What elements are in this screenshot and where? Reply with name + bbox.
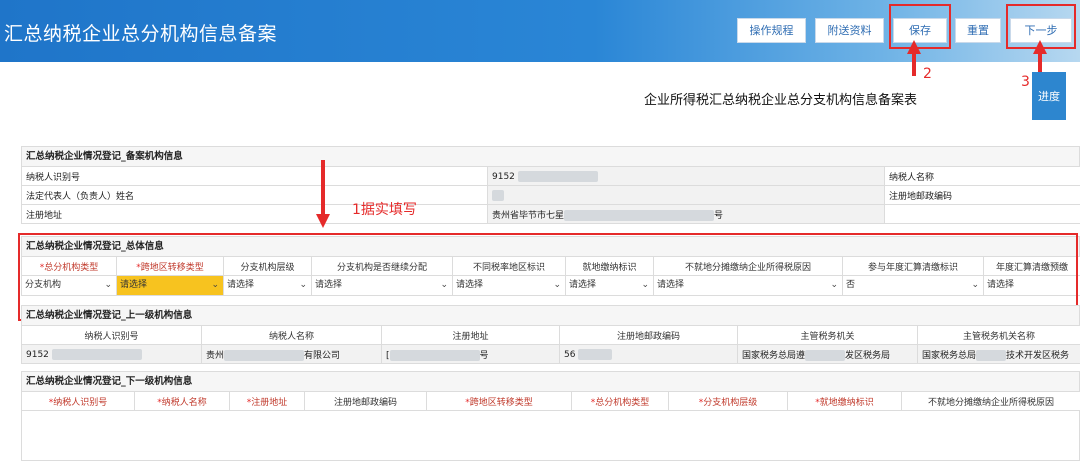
- address-text-a: 贵州省毕节市七星: [492, 211, 564, 221]
- lower-org-section: 汇总纳税企业情况登记_下一级机构信息 纳税人识别号 纳税人名称 注册地址 注册地…: [21, 371, 1080, 461]
- col-header: 纳税人识别号: [22, 392, 135, 411]
- upper-name-b: 有限公司: [304, 351, 340, 361]
- col-header: 总分机构类型: [572, 392, 669, 411]
- table-row: 9152 贵州有限公司 [号 56 国家税务总局遵发区税务局 国家税务总局技术开…: [22, 345, 1080, 364]
- arrow-to-save-icon: [912, 52, 916, 76]
- table-header-row: 纳税人识别号 纳税人名称 注册地址 注册地邮政编码 跨地区转移类型 总分机构类型…: [22, 392, 1080, 411]
- upper-name-a: 贵州: [206, 351, 224, 361]
- col-header: 就地缴纳标识: [788, 392, 902, 411]
- reset-button[interactable]: 重置: [955, 18, 1001, 43]
- taxpayer-id-value: 9152: [488, 167, 885, 186]
- postal-label: 注册地邮政编码: [885, 186, 1080, 205]
- upper-auth-name-b: 技术开发区税务: [1006, 351, 1069, 361]
- col-header: 纳税人名称: [202, 326, 382, 345]
- col-header: 不就地分摊缴纳企业所得税原因: [902, 392, 1080, 411]
- redacted-block: [390, 350, 480, 361]
- annotation-2: 2: [923, 66, 932, 82]
- upper-org-table: 纳税人识别号 纳税人名称 注册地址 注册地邮政编码 主管税务机关 主管税务机关名…: [21, 325, 1080, 364]
- redacted-block: [578, 349, 612, 360]
- col-header: 纳税人识别号: [22, 326, 202, 345]
- legal-rep-value: [488, 186, 885, 205]
- section-title: 汇总纳税企业情况登记_下一级机构信息: [21, 371, 1080, 391]
- lower-org-table: 纳税人识别号 纳税人名称 注册地址 注册地邮政编码 跨地区转移类型 总分机构类型…: [21, 391, 1080, 411]
- upper-addr-b: 号: [480, 351, 489, 361]
- upper-id-cell: 9152: [22, 345, 202, 364]
- annotation-3: 3: [1021, 74, 1030, 90]
- col-header: 纳税人名称: [135, 392, 230, 411]
- table-row: 注册地址 贵州省毕节市七星 号: [22, 205, 1080, 224]
- arrow-head-save-icon: [907, 40, 921, 54]
- table-row: 法定代表人（负责人）姓名 注册地邮政编码: [22, 186, 1080, 205]
- redacted-block: [224, 350, 304, 361]
- redacted-block: [976, 350, 1006, 361]
- upper-name-cell: 贵州 有限公司: [202, 345, 382, 364]
- col-header: 注册地邮政编码: [305, 392, 427, 411]
- upper-auth-name-a: 国家税务总局: [922, 351, 976, 361]
- redacted-block: [805, 350, 845, 361]
- filing-org-section: 汇总纳税企业情况登记_备案机构信息 纳税人识别号 9152 纳税人名称 法定代表…: [21, 146, 1080, 224]
- col-header: 主管税务机关名称: [918, 326, 1080, 345]
- col-header: 分支机构层级: [669, 392, 788, 411]
- taxpayer-id-label: 纳税人识别号: [22, 167, 488, 186]
- address-text-b: 号: [714, 211, 723, 221]
- upper-auth-b: 发区税务局: [845, 351, 890, 361]
- table-header-row: 纳税人识别号 纳税人名称 注册地址 注册地邮政编码 主管税务机关 主管税务机关名…: [22, 326, 1080, 345]
- upper-org-section: 汇总纳税企业情况登记_上一级机构信息 纳税人识别号 纳税人名称 注册地址 注册地…: [21, 305, 1080, 364]
- redacted-block: [564, 210, 714, 221]
- progress-button[interactable]: 进度: [1032, 72, 1066, 120]
- col-header: 跨地区转移类型: [427, 392, 572, 411]
- section-title: 汇总纳税企业情况登记_备案机构信息: [21, 146, 1080, 166]
- annotation-1: 1据实填写: [352, 199, 417, 219]
- upper-auth-cell: 国家税务总局遵 发区税务局: [738, 345, 918, 364]
- redacted-block: [52, 349, 142, 360]
- upper-postal: 56: [564, 350, 575, 360]
- arrow-down-fill-icon: [316, 214, 330, 228]
- col-header: 注册地址: [230, 392, 305, 411]
- address-label: 注册地址: [22, 205, 488, 224]
- arrow-down-shaft: [321, 160, 325, 216]
- table-row: 纳税人识别号 9152 纳税人名称: [22, 167, 1080, 186]
- legal-rep-label: 法定代表人（负责人）姓名: [22, 186, 488, 205]
- page-title: 汇总纳税企业总分机构信息备案: [4, 19, 277, 46]
- redacted-block: [518, 171, 598, 182]
- address-extra-cell: [885, 205, 1080, 224]
- form-title: 企业所得税汇总纳税企业总分支机构信息备案表: [644, 89, 917, 108]
- col-header: 主管税务机关: [738, 326, 918, 345]
- col-header: 注册地址: [382, 326, 560, 345]
- address-value: 贵州省毕节市七星 号: [488, 205, 885, 224]
- section-title: 汇总纳税企业情况登记_上一级机构信息: [21, 305, 1080, 325]
- rules-button[interactable]: 操作规程: [737, 18, 806, 43]
- taxpayer-name-label: 纳税人名称: [885, 167, 1080, 186]
- col-header: 注册地邮政编码: [560, 326, 738, 345]
- upper-auth-name-cell: 国家税务总局 技术开发区税务: [918, 345, 1080, 364]
- redacted-block: [492, 190, 504, 201]
- upper-id-text: 9152: [26, 350, 49, 360]
- upper-postal-cell: 56: [560, 345, 738, 364]
- taxpayer-id-text: 9152: [492, 172, 515, 182]
- upper-addr-a: [: [386, 351, 390, 361]
- upper-addr-cell: [号: [382, 345, 560, 364]
- arrow-head-next-icon: [1033, 40, 1047, 54]
- attach-button[interactable]: 附送资料: [815, 18, 884, 43]
- upper-auth-a: 国家税务总局遵: [742, 351, 805, 361]
- filing-org-table: 纳税人识别号 9152 纳税人名称 法定代表人（负责人）姓名 注册地邮政编码 注…: [21, 166, 1080, 224]
- lower-org-empty-area: [21, 411, 1080, 461]
